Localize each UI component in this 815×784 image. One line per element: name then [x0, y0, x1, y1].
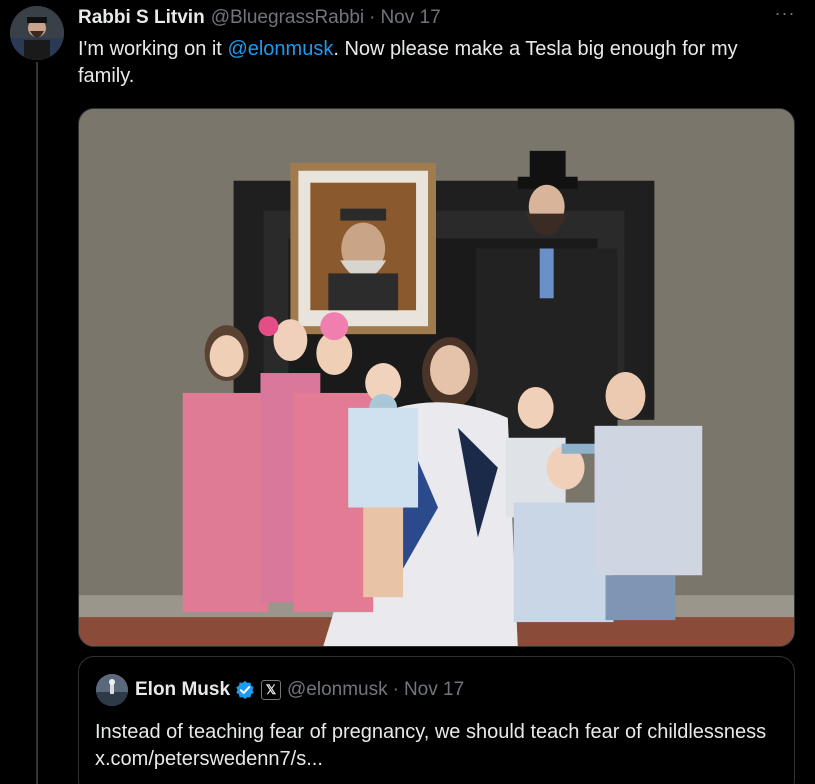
author-name[interactable]: Rabbi S Litvin [78, 7, 205, 29]
mention-link[interactable]: @elonmusk [227, 38, 333, 60]
quoted-tweet-date[interactable]: Nov 17 [404, 679, 464, 701]
quoted-tweet-header: Elon Musk 𝕏 @elonmusk · Nov 17 [135, 677, 464, 703]
tweet-header: Rabbi S Litvin @BluegrassRabbi · Nov 17 [78, 6, 441, 30]
quoted-author-name[interactable]: Elon Musk [135, 679, 230, 701]
more-options-icon[interactable]: ··· [770, 4, 800, 26]
quoted-author-handle[interactable]: @elonmusk [287, 679, 388, 701]
author-avatar[interactable] [10, 6, 64, 60]
separator-dot: · [369, 7, 376, 28]
quoted-author-avatar[interactable] [96, 674, 128, 706]
tweet-media-photo[interactable] [78, 108, 795, 647]
separator-dot: · [392, 679, 399, 700]
x-affiliation-badge-icon: 𝕏 [261, 680, 282, 700]
tweet-date[interactable]: Nov 17 [380, 7, 440, 29]
quoted-tweet-text: Instead of teaching fear of pregnancy, w… [95, 721, 767, 770]
thread-line [36, 62, 38, 784]
quoted-tweet[interactable]: Elon Musk 𝕏 @elonmusk · Nov 17 Instead o… [78, 656, 795, 784]
author-handle[interactable]: @BluegrassRabbi [211, 7, 364, 29]
verified-badge-icon [236, 680, 254, 700]
profile-photo-icon [96, 674, 128, 706]
tweet-text: I'm working on it @elonmusk. Now please … [78, 36, 798, 90]
tweet-text-before: I'm working on it [78, 38, 228, 60]
profile-photo-icon [10, 6, 64, 60]
family-photo-image [79, 109, 794, 646]
